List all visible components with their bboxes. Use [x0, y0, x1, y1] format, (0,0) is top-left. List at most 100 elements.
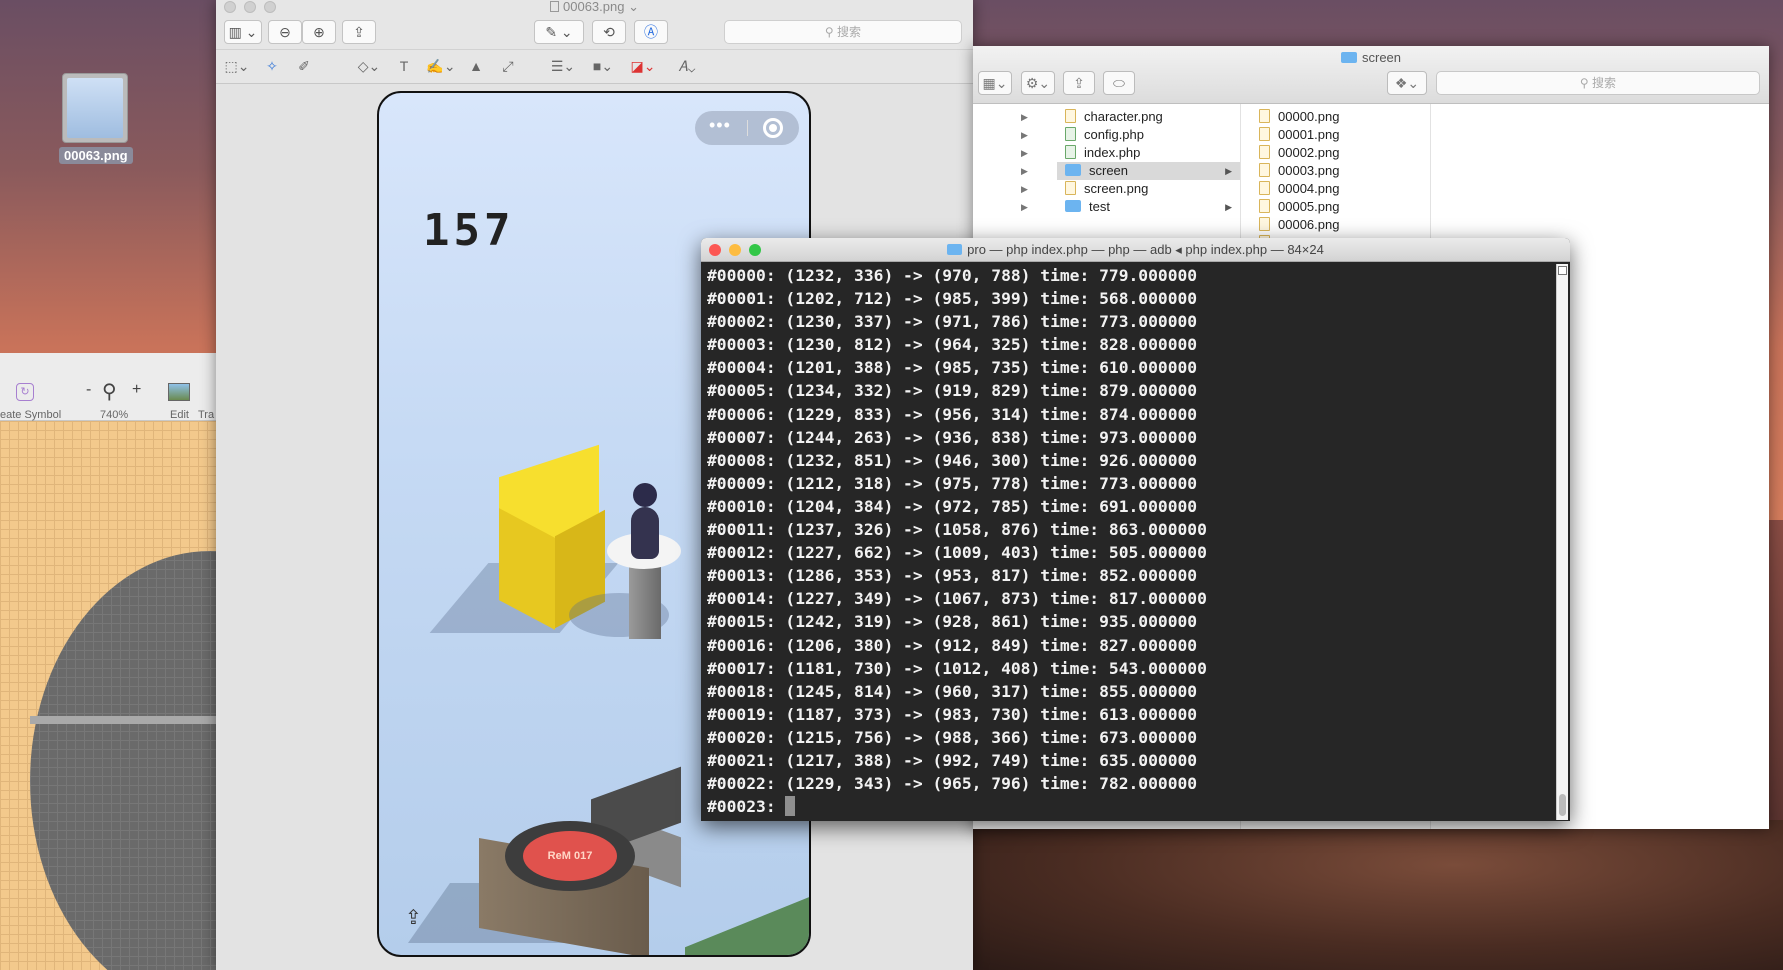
share-icon[interactable]: ⇪: [405, 905, 422, 930]
png-file-icon: [1259, 217, 1270, 231]
instant-alpha-icon[interactable]: ✧: [260, 55, 284, 77]
sidebar-toggle-button[interactable]: ▥ ⌄: [224, 20, 262, 44]
text-cursor: [785, 796, 796, 817]
terminal-output[interactable]: #00000: (1232, 336) -> (970, 788) time: …: [707, 264, 1547, 820]
terminal-line: #00017: (1181, 730) -> (1012, 408) time:…: [707, 658, 1207, 678]
game-score: 157: [423, 205, 515, 256]
pixel-editor-window: ↻ eate Symbol - ⚲ + 740% Edit Tra: [0, 353, 216, 970]
disclosure-icon[interactable]: ▶: [1021, 126, 1028, 144]
action-button[interactable]: ⚙⌄: [1021, 71, 1055, 95]
shapes-tool-icon[interactable]: ◇⌄: [352, 55, 386, 77]
sign-tool-icon[interactable]: ✍⌄: [424, 55, 458, 77]
folder-icon: [1065, 164, 1081, 176]
minimize-button[interactable]: [244, 1, 256, 13]
png-file-icon: [1259, 145, 1270, 159]
pen-icon: ✎ ⌄: [545, 24, 573, 40]
terminal-scrollbar[interactable]: [1556, 264, 1568, 820]
file-name: 00000.png: [1278, 109, 1340, 124]
zoom-out-button[interactable]: ⊖: [268, 20, 302, 44]
shape-style-icon[interactable]: ☰⌄: [546, 55, 580, 77]
folder-icon: [1340, 52, 1357, 63]
zoom-out-button[interactable]: -: [86, 381, 91, 399]
sketch-tool-icon[interactable]: ✐: [292, 55, 316, 77]
list-item[interactable]: 00002.png: [1251, 144, 1430, 162]
title-chevron-icon[interactable]: ⌄: [624, 0, 639, 14]
list-item[interactable]: 00000.png: [1251, 108, 1430, 126]
view-options-button[interactable]: ▦⌄: [978, 71, 1012, 95]
create-symbol-icon[interactable]: ↻: [16, 383, 34, 401]
pixel-art-disc: [30, 551, 216, 970]
list-item[interactable]: ▶ character.png: [1021, 108, 1240, 126]
zoom-in-button[interactable]: ⊕: [302, 20, 336, 44]
scroll-split-icon[interactable]: [1558, 266, 1567, 275]
disclosure-icon[interactable]: ▶: [1021, 108, 1028, 126]
png-file-icon: [1065, 181, 1076, 195]
selection-tool-icon[interactable]: ⬚⌄: [222, 55, 252, 77]
text-tool-icon[interactable]: T: [392, 55, 416, 77]
list-item[interactable]: 00001.png: [1251, 126, 1430, 144]
adjust-color-icon[interactable]: ▲: [464, 55, 488, 77]
list-item[interactable]: 00005.png: [1251, 198, 1430, 216]
disclosure-icon[interactable]: ▶: [1021, 144, 1028, 162]
desktop-file-label: 00063.png: [59, 147, 133, 164]
dropbox-button[interactable]: ❖⌄: [1387, 71, 1427, 95]
magnifier-icon[interactable]: ⚲: [102, 379, 117, 404]
list-item-selected[interactable]: ▶ screen ▶: [1021, 162, 1240, 180]
disclosure-icon[interactable]: ▶: [1021, 162, 1028, 180]
disclosure-icon[interactable]: ▶: [1021, 180, 1028, 198]
terminal-line: #00011: (1237, 326) -> (1058, 876) time:…: [707, 520, 1207, 540]
list-item[interactable]: ▶ screen.png: [1021, 180, 1240, 198]
markup-button[interactable]: ✎ ⌄: [534, 20, 584, 44]
fill-color-icon[interactable]: ◪⌄: [626, 55, 660, 77]
list-item[interactable]: 00004.png: [1251, 180, 1430, 198]
desktop-file-icon[interactable]: 00063.png: [59, 73, 133, 165]
finder-title-text: screen: [1361, 50, 1402, 65]
finder-search-input[interactable]: ⚲ 搜索: [1436, 71, 1760, 95]
document-icon: [550, 1, 560, 12]
disclosure-icon[interactable]: ▶: [1021, 198, 1028, 216]
file-name: 00001.png: [1278, 127, 1340, 142]
tag-button[interactable]: ⬭: [1103, 71, 1135, 95]
rotate-button[interactable]: ⟲: [592, 20, 626, 44]
zoom-button[interactable]: [749, 244, 761, 256]
file-name: 00002.png: [1278, 145, 1340, 160]
annotate-button[interactable]: Ⓐ: [634, 20, 668, 44]
terminal-window[interactable]: pro — php index.php — php — adb ◂ php in…: [701, 238, 1570, 821]
terminal-titlebar: pro — php index.php — php — adb ◂ php in…: [701, 238, 1570, 262]
list-item[interactable]: 00006.png: [1251, 216, 1430, 234]
list-item[interactable]: 00003.png: [1251, 162, 1430, 180]
minimize-button[interactable]: [729, 244, 741, 256]
border-color-icon[interactable]: ■⌄: [586, 55, 620, 77]
gear-icon: ⚙⌄: [1025, 75, 1051, 91]
search-input[interactable]: ⚲ 搜索: [724, 20, 962, 44]
zoom-button[interactable]: [264, 1, 276, 13]
finder-title: screen: [973, 50, 1769, 65]
edit-image-icon[interactable]: [168, 383, 190, 401]
chevron-right-icon: ▶: [1225, 166, 1232, 176]
file-name: screen: [1089, 163, 1129, 178]
close-target-icon[interactable]: [763, 118, 783, 138]
zoom-in-icon: ⊕: [313, 24, 325, 40]
text-style-icon[interactable]: 𝐴⌄: [670, 55, 704, 77]
more-icon[interactable]: •••: [709, 115, 731, 136]
terminal-line: #00008: (1232, 851) -> (946, 300) time: …: [707, 450, 1198, 470]
png-file-icon: [1259, 127, 1270, 141]
share-button[interactable]: ⇪: [1063, 71, 1095, 95]
list-item[interactable]: ▶ config.php: [1021, 126, 1240, 144]
file-name: character.png: [1084, 109, 1163, 124]
file-name: 00004.png: [1278, 181, 1340, 196]
share-button[interactable]: ⇪: [342, 20, 376, 44]
scrollbar-thumb[interactable]: [1559, 794, 1566, 816]
adjust-size-icon[interactable]: ⤢: [496, 55, 520, 77]
zoom-in-button[interactable]: +: [132, 381, 141, 399]
terminal-line: #00009: (1212, 318) -> (975, 778) time: …: [707, 473, 1198, 493]
list-item[interactable]: ▶ test ▶: [1021, 198, 1240, 216]
prompt-text: #00023:: [707, 797, 786, 817]
miniprogram-capsule[interactable]: •••: [695, 111, 799, 145]
terminal-line: #00000: (1232, 336) -> (970, 788) time: …: [707, 266, 1198, 285]
terminal-prompt[interactable]: #00023:: [707, 795, 1547, 818]
close-button[interactable]: [224, 1, 236, 13]
list-item[interactable]: ▶ index.php: [1021, 144, 1240, 162]
pixel-grid-canvas[interactable]: [0, 421, 216, 970]
close-button[interactable]: [709, 244, 721, 256]
